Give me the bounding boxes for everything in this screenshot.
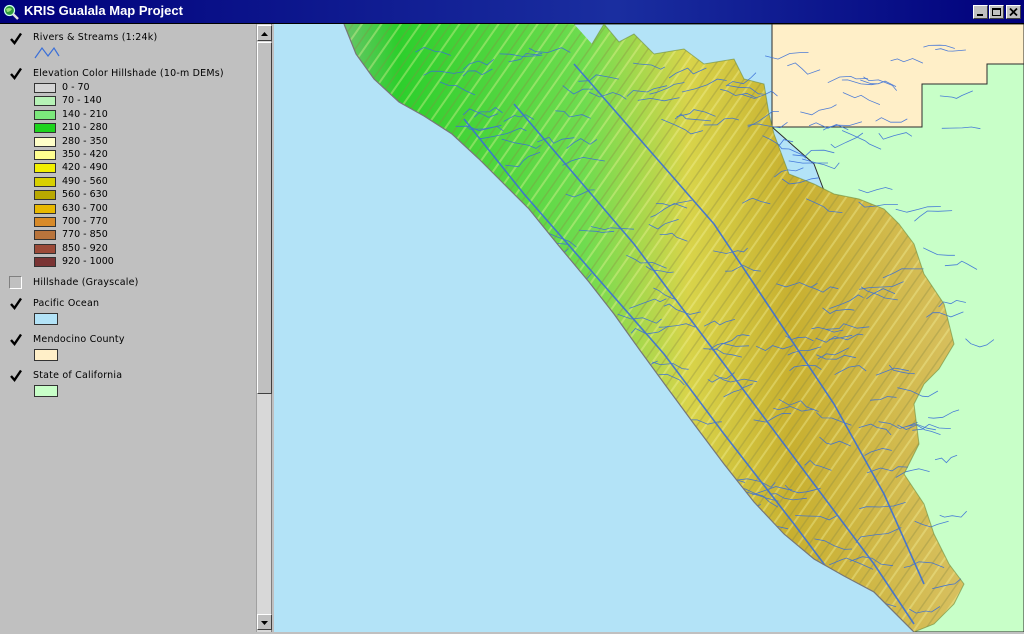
elevation-class-swatch xyxy=(34,83,56,93)
elevation-class-label: 700 - 770 xyxy=(62,216,108,227)
layer-label: Rivers & Streams (1:24k) xyxy=(33,32,158,43)
checkbox-california[interactable] xyxy=(9,369,23,383)
elevation-class-swatch xyxy=(34,176,56,187)
layer-label: Pacific Ocean xyxy=(33,298,100,309)
scrollbar-thumb[interactable] xyxy=(257,42,272,394)
elevation-class-label: 490 - 560 xyxy=(62,175,108,187)
elevation-class-label: 0 - 70 xyxy=(62,82,90,93)
layer-rivers: Rivers & Streams (1:24k) xyxy=(0,28,255,62)
layer-hillshade: Hillshade (Grayscale) xyxy=(0,274,255,292)
elevation-class-label: 70 - 140 xyxy=(62,95,102,107)
layer-label: Hillshade (Grayscale) xyxy=(33,277,139,288)
layer-california: State of California xyxy=(0,368,255,402)
elevation-class-swatch xyxy=(34,230,56,241)
elevation-class-swatch xyxy=(34,190,56,201)
elevation-class-label: 850 - 920 xyxy=(62,242,108,254)
layer-elevation: Elevation Color Hillshade (10-m DEMs) 0 … xyxy=(0,64,255,274)
scroll-up-button[interactable] xyxy=(257,25,272,41)
layer-label: Mendocino County xyxy=(33,334,125,345)
elevation-class-swatch xyxy=(34,203,56,214)
elevation-class-swatch xyxy=(34,96,56,107)
minimize-icon xyxy=(977,14,983,16)
close-icon xyxy=(1009,7,1018,17)
elevation-class-swatch xyxy=(34,136,56,147)
elevation-class-label: 770 - 850 xyxy=(62,229,108,241)
checkbox-rivers[interactable] xyxy=(9,32,23,46)
elevation-class-label: 350 - 420 xyxy=(62,149,108,160)
elevation-class-label: 560 - 630 xyxy=(62,189,108,201)
elevation-class-swatch xyxy=(34,217,56,227)
layer-mendocino: Mendocino County xyxy=(0,332,255,366)
map-view[interactable] xyxy=(274,24,1024,632)
elevation-class-swatch xyxy=(34,150,56,160)
layer-label: Elevation Color Hillshade (10-m DEMs) xyxy=(33,68,224,79)
elevation-class-label: 920 - 1000 xyxy=(62,256,114,268)
elevation-class-label: 210 - 280 xyxy=(62,122,108,134)
scroll-down-button[interactable] xyxy=(257,614,272,630)
mendocino-swatch xyxy=(34,349,58,361)
maximize-button[interactable] xyxy=(989,5,1004,19)
elevation-class-label: 420 - 490 xyxy=(62,162,108,174)
stream-line-symbol xyxy=(34,46,60,59)
window-title: KRIS Gualala Map Project xyxy=(24,3,183,18)
arrow-down-icon xyxy=(261,621,268,625)
elevation-class-swatch xyxy=(34,109,56,120)
maximize-icon xyxy=(992,8,1001,16)
elevation-class-label: 630 - 700 xyxy=(62,202,108,214)
layer-ocean: Pacific Ocean xyxy=(0,296,255,330)
checkbox-ocean[interactable] xyxy=(9,297,23,311)
elevation-class-label: 280 - 350 xyxy=(62,135,108,147)
ocean-swatch xyxy=(34,313,58,325)
close-button[interactable] xyxy=(1006,5,1021,19)
checkbox-elevation[interactable] xyxy=(9,67,23,81)
map-canvas xyxy=(343,24,1024,632)
minimize-button[interactable] xyxy=(973,5,988,19)
elevation-class-label: 140 - 210 xyxy=(62,108,108,120)
arrow-up-icon xyxy=(261,32,268,36)
legend-panel: Rivers & Streams (1:24k) Elevation Color… xyxy=(0,24,272,632)
checkbox-hillshade[interactable] xyxy=(9,276,22,289)
elevation-class-swatch xyxy=(34,163,56,174)
legend-scrollbar[interactable] xyxy=(256,24,272,632)
layer-label: State of California xyxy=(33,370,123,381)
california-swatch xyxy=(34,385,58,397)
elevation-class-swatch xyxy=(34,123,56,134)
magnifier-globe-icon xyxy=(3,4,19,20)
elevation-class-swatch xyxy=(34,243,56,254)
title-bar[interactable]: KRIS Gualala Map Project xyxy=(0,0,1024,24)
elevation-class-swatch xyxy=(34,257,56,268)
checkbox-mendocino[interactable] xyxy=(9,333,23,347)
